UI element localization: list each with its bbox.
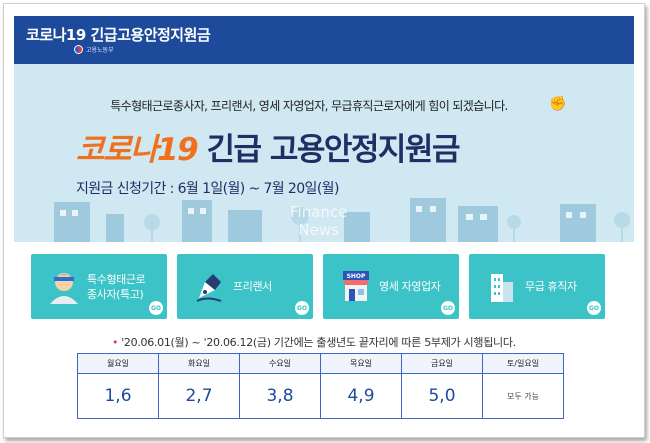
cell-weekend: 모두 가능 [482, 373, 564, 419]
card-label: 프리랜서 [233, 280, 272, 293]
cell-monday: 1,6 [77, 373, 159, 419]
go-button[interactable]: GO [149, 301, 163, 315]
header-bar: 코로나19 긴급고용안정지원금 고용노동부 [14, 16, 634, 64]
header-monday: 월요일 [77, 353, 159, 374]
card-unpaid-leave[interactable]: 무급 휴직자 GO [469, 254, 605, 319]
card-label: 영세 자영업자 [379, 280, 441, 293]
cell-tuesday: 2,7 [158, 373, 240, 419]
card-label: 특수형태근로 [87, 272, 146, 286]
go-button[interactable]: GO [295, 301, 309, 315]
ministry-logo: 고용노동부 [74, 45, 114, 54]
cell-friday: 5,0 [401, 373, 483, 419]
pen-nib-icon [196, 274, 222, 302]
card-freelancer[interactable]: 프리랜서 GO [177, 254, 313, 319]
card-label: 무급 휴직자 [525, 280, 577, 293]
bullet-icon: • [112, 336, 119, 349]
page-title: 코로나19 긴급고용안정지원금 [26, 26, 211, 44]
card-small-business[interactable]: SHOP 영세 자영업자 GO [323, 254, 459, 319]
headline-covid: 코로나19 [76, 132, 199, 168]
page-frame: 코로나19 긴급고용안정지원금 고용노동부 특수형태근로종사자, 프리랜서, 영… [3, 3, 645, 438]
cell-thursday: 4,9 [320, 373, 402, 419]
government-emblem-icon [74, 45, 83, 54]
rotation-notice: • '20.06.01(월) ~ '20.06.12(금) 기간에는 출생년도 끝… [112, 334, 516, 350]
header-friday: 금요일 [401, 353, 483, 374]
raised-fist-icon: ✊ [549, 96, 567, 112]
card-special-workers[interactable]: 특수형태근로 종사자(특고) GO [31, 254, 167, 319]
header-thursday: 목요일 [320, 353, 402, 374]
header-weekend: 토/일요일 [482, 353, 564, 374]
table-header-row: 월요일 화요일 수요일 목요일 금요일 토/일요일 [77, 353, 564, 374]
ministry-name: 고용노동부 [86, 47, 114, 54]
banner-headline: 코로나19 긴급 고용안정지원금 [76, 124, 461, 169]
header-wednesday: 수요일 [239, 353, 321, 374]
shop-sign: SHOP [347, 273, 366, 280]
table-row: 1,6 2,7 3,8 4,9 5,0 모두 가능 [77, 373, 564, 419]
header-tuesday: 화요일 [158, 353, 240, 374]
notice-text: '20.06.01(월) ~ '20.06.12(금) 기간에는 출생년도 끝자… [121, 336, 516, 349]
birth-year-schedule-table: 월요일 화요일 수요일 목요일 금요일 토/일요일 1,6 2,7 3,8 4,… [77, 353, 564, 419]
shop-icon: SHOP [343, 271, 369, 301]
building-icon [491, 274, 513, 302]
worker-icon [50, 273, 78, 304]
cell-wednesday: 3,8 [239, 373, 321, 419]
go-button[interactable]: GO [587, 301, 601, 315]
go-button[interactable]: GO [441, 301, 455, 315]
card-label-sub: 종사자(특고) [87, 287, 144, 301]
headline-subsidy: 긴급 고용안정지원금 [206, 132, 461, 168]
banner-subtitle: 특수형태근로종사자, 프리랜서, 영세 자영업자, 무급휴직근로자에게 힘이 되… [110, 99, 508, 113]
watermark: Finance News [290, 203, 348, 239]
